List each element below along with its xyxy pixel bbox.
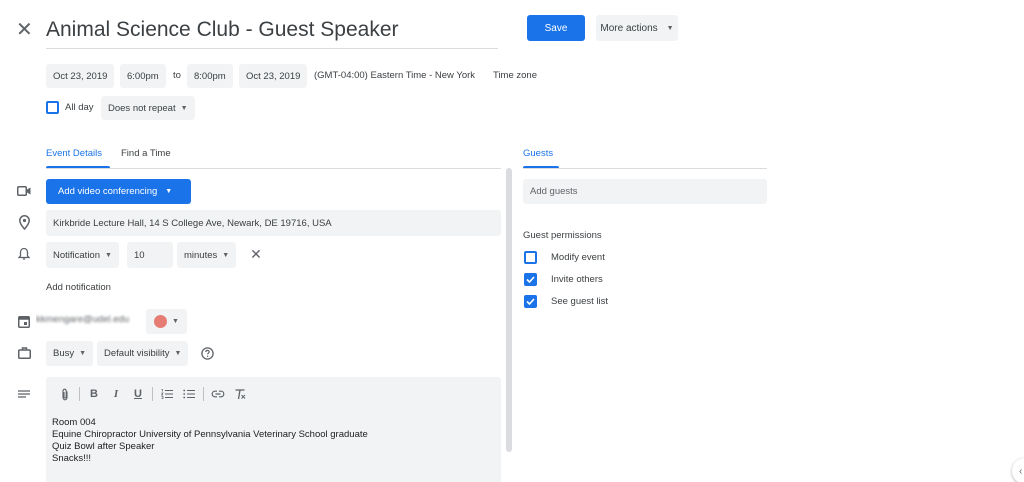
visibility-select[interactable]: Default visibility ▼ [97, 341, 189, 366]
calendar-icon [17, 314, 31, 328]
calendar-owner-email: kkmengare@udel.edu [36, 314, 130, 325]
chevron-down-icon: ▼ [172, 318, 179, 325]
calendar-owner[interactable]: kkmengare@udel.edu [36, 314, 144, 326]
description-icon [17, 389, 30, 399]
save-button[interactable]: Save [527, 15, 585, 41]
toolbar-separator [152, 387, 153, 401]
guests-divider [523, 168, 767, 169]
all-day-toggle[interactable]: All day [46, 101, 94, 114]
repeat-value: Does not repeat [108, 102, 176, 114]
tab-find-a-time[interactable]: Find a Time [121, 148, 171, 159]
toolbar-separator [79, 387, 80, 401]
end-date-chip[interactable]: Oct 23, 2019 [239, 64, 308, 88]
chevron-down-icon: ▼ [105, 251, 112, 259]
permission-label: Modify event [551, 251, 605, 263]
bell-icon [16, 246, 32, 262]
chevron-down-icon: ▼ [165, 188, 173, 195]
guest-permissions-title: Guest permissions [523, 230, 602, 241]
link-icon[interactable] [207, 385, 229, 403]
briefcase-icon [17, 346, 31, 359]
video-camera-icon [16, 184, 32, 198]
color-swatch [154, 315, 167, 328]
toolbar-separator [203, 387, 204, 401]
italic-icon[interactable]: I [105, 385, 127, 403]
timezone-value[interactable]: (GMT-04:00) Eastern Time - New York [314, 64, 475, 88]
more-actions-label: More actions [600, 22, 658, 34]
event-title-input[interactable]: Animal Science Club - Guest Speaker [46, 18, 399, 42]
help-icon[interactable] [200, 346, 214, 360]
title-underline [46, 48, 498, 49]
timezone-link[interactable]: Time zone [493, 64, 537, 88]
permission-invite-others[interactable]: Invite others [524, 272, 603, 286]
permission-label: See guest list [551, 295, 609, 307]
permission-label: Invite others [551, 273, 603, 285]
to-label: to [173, 70, 181, 81]
all-day-label: All day [65, 102, 94, 113]
notification-amount-input[interactable]: 10 [127, 242, 173, 268]
tabs-divider [46, 168, 501, 169]
more-actions-button[interactable]: More actions ▼ [596, 15, 678, 41]
location-input[interactable]: Kirkbride Lecture Hall, 14 S College Ave… [46, 210, 501, 236]
description-text[interactable]: Room 004 Equine Chiropractor University … [52, 417, 368, 465]
end-time-chip[interactable]: 8:00pm [187, 64, 233, 88]
video-button-label: Add video conferencing [58, 186, 158, 197]
bulleted-list-icon[interactable] [178, 385, 200, 403]
add-video-conferencing-button[interactable]: Add video conferencing ▼ [46, 179, 191, 204]
notification-type-value: Notification [53, 249, 100, 261]
see-guest-list-checkbox[interactable] [524, 294, 537, 308]
invite-others-checkbox[interactable] [524, 272, 537, 286]
location-pin-icon [16, 214, 32, 230]
bold-icon[interactable]: B [83, 385, 105, 403]
side-panel-toggle[interactable]: ‹ [1012, 458, 1024, 482]
start-time-chip[interactable]: 6:00pm [120, 64, 166, 88]
attachment-icon[interactable] [54, 385, 76, 403]
remove-notification-icon[interactable]: ✕ [249, 246, 263, 262]
chevron-down-icon: ▼ [79, 350, 87, 357]
add-notification-button[interactable]: Add notification [46, 282, 111, 293]
availability-value: Busy [53, 348, 75, 359]
event-color-select[interactable]: ▼ [146, 309, 187, 334]
checkmark-icon [526, 297, 535, 305]
underline-icon[interactable]: U [127, 385, 149, 403]
chevron-left-icon: ‹ [1019, 465, 1023, 477]
chevron-down-icon: ▼ [180, 104, 188, 112]
visibility-value: Default visibility [104, 348, 170, 359]
notification-type-select[interactable]: Notification ▼ [46, 242, 119, 268]
chevron-down-icon: ▼ [666, 24, 674, 32]
clear-formatting-icon[interactable] [229, 385, 251, 403]
tab-guests[interactable]: Guests [523, 148, 553, 159]
close-icon[interactable]: ✕ [16, 20, 33, 40]
chevron-down-icon: ▼ [174, 350, 182, 357]
modify-event-checkbox[interactable] [524, 250, 537, 264]
permission-modify-event[interactable]: Modify event [524, 250, 605, 264]
tab-event-details[interactable]: Event Details [46, 148, 102, 159]
details-scrollbar[interactable] [506, 168, 512, 452]
add-guests-input[interactable]: Add guests [523, 179, 767, 204]
notification-unit-value: minutes [184, 249, 218, 261]
numbered-list-icon[interactable] [156, 385, 178, 403]
formatting-toolbar: B I U [46, 385, 251, 403]
notification-unit-select[interactable]: minutes ▼ [177, 242, 237, 268]
checkmark-icon [526, 275, 535, 283]
availability-select[interactable]: Busy ▼ [46, 341, 94, 366]
repeat-select[interactable]: Does not repeat ▼ [101, 96, 195, 120]
permission-see-guest-list[interactable]: See guest list [524, 294, 608, 308]
all-day-checkbox[interactable] [46, 101, 59, 114]
start-date-chip[interactable]: Oct 23, 2019 [46, 64, 115, 88]
chevron-down-icon: ▼ [222, 251, 230, 259]
